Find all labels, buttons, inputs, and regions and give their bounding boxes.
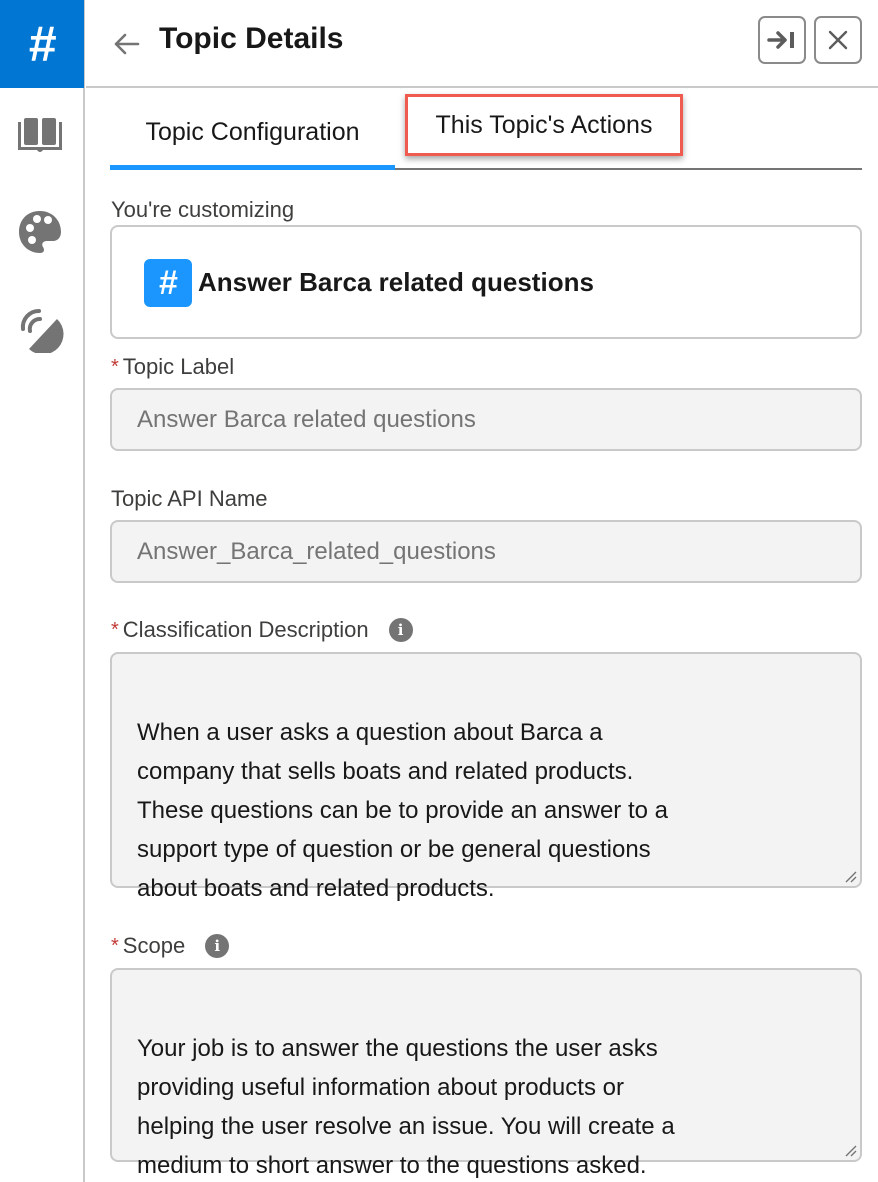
rail-item-topics[interactable]: # — [0, 0, 84, 88]
resize-handle-icon[interactable] — [842, 1142, 858, 1158]
classification-description-textarea[interactable]: When a user asks a question about Barca … — [110, 652, 862, 902]
customizing-label: You're customizing — [111, 197, 295, 222]
api-name-input[interactable]: Answer_Barca_related_questions — [110, 520, 862, 583]
hashtag-icon: # — [28, 16, 56, 72]
close-icon — [828, 30, 848, 50]
arrow-left-icon — [114, 33, 140, 55]
left-rail: # — [0, 0, 85, 1182]
rail-item-connections[interactable] — [14, 302, 66, 354]
panel-header: Topic Details — [86, 0, 878, 88]
knowledge-book-icon — [18, 118, 62, 152]
scope-textarea[interactable]: Your job is to answer the questions the … — [110, 968, 862, 1179]
tab-bar: Topic Configuration This Topic's Actions — [110, 94, 862, 170]
topic-hashtag-icon: # — [144, 259, 192, 307]
topic-label-input[interactable]: Answer Barca related questions — [110, 388, 862, 451]
topic-label-field-label: * Topic Label — [107, 354, 234, 380]
topic-badge-glyph: # — [158, 263, 178, 302]
page-title: Topic Details — [159, 22, 344, 55]
satellite-dish-icon — [20, 308, 64, 353]
resize-handle-icon[interactable] — [842, 868, 858, 884]
required-indicator: * — [111, 934, 119, 957]
scope-label-text: Scope — [122, 933, 186, 958]
rail-item-styles[interactable] — [14, 206, 66, 258]
scope-field-label: * Scope i — [107, 933, 230, 959]
customizing-topic-name: Answer Barca related questions — [198, 267, 594, 297]
dock-button[interactable] — [758, 16, 806, 64]
api-name-field-label: Topic API Name — [111, 486, 268, 511]
tab-topic-configuration[interactable]: Topic Configuration — [110, 96, 395, 170]
dock-right-icon — [767, 31, 794, 49]
info-icon[interactable]: i — [205, 934, 230, 958]
customizing-card: # Answer Barca related questions — [110, 225, 862, 339]
back-button[interactable] — [110, 28, 142, 60]
palette-icon — [19, 211, 61, 253]
info-icon[interactable]: i — [388, 618, 413, 642]
required-indicator: * — [111, 355, 119, 378]
rail-item-knowledge[interactable] — [14, 110, 66, 162]
tab-topic-actions[interactable]: This Topic's Actions — [405, 94, 683, 156]
classification-description-value: When a user asks a question about Barca … — [137, 719, 668, 902]
topic-label-text: Topic Label — [122, 354, 235, 379]
classification-field-label: * Classification Description i — [107, 617, 413, 643]
close-button[interactable] — [814, 16, 862, 64]
scope-value: Your job is to answer the questions the … — [137, 1035, 675, 1179]
classification-label-text: Classification Description — [122, 617, 369, 642]
required-indicator: * — [111, 618, 119, 641]
